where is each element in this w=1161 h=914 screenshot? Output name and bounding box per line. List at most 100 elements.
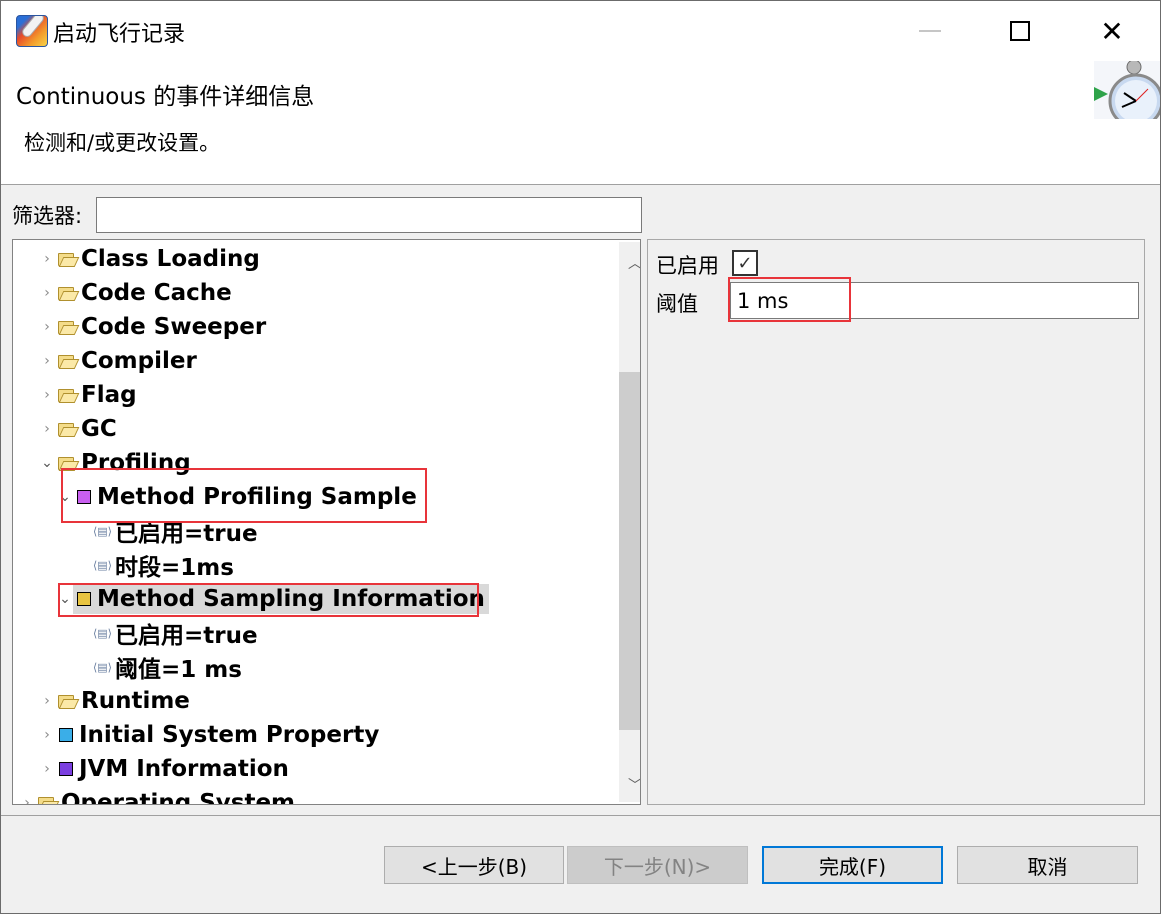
checkmark-icon: ✓ (737, 252, 753, 274)
flight-recorder-icon (16, 15, 48, 47)
chevron-down-icon: ﹀ (628, 778, 641, 794)
filter-label: 筛选器: (12, 204, 83, 228)
expand-chevron-down-icon[interactable]: ⌄ (57, 489, 73, 505)
tree-item-content: Code Cache (55, 278, 236, 308)
threshold-label: 阈值 (656, 292, 698, 316)
folder-icon (37, 796, 57, 804)
next-button[interactable]: 下一步(N)> (567, 846, 748, 884)
close-icon: ✕ (1100, 14, 1124, 48)
expand-chevron-right-icon[interactable]: › (39, 727, 55, 743)
maximize-icon (1010, 21, 1030, 41)
event-tree[interactable]: › Class Loading › Code Cache › Code Sweeper › C… (12, 239, 641, 805)
tree-item-label: Flag (81, 382, 137, 408)
tree-item[interactable]: › Initial System Property (39, 718, 383, 752)
minimize-button[interactable] (907, 9, 953, 53)
tree-item-content: GC (55, 414, 121, 444)
tree-item-label: Method Sampling Information (97, 586, 485, 612)
tree-item-content: Runtime (55, 686, 194, 716)
tree-item-content: Profiling (55, 448, 195, 478)
title-bar: 启动飞行记录 ✕ (1, 1, 1160, 61)
tree-item[interactable]: › Code Sweeper (39, 310, 270, 344)
tree-item-label: Runtime (81, 688, 190, 714)
event-type-icon (59, 762, 73, 776)
tree-item-label: Method Profiling Sample (97, 484, 417, 510)
tree-item[interactable]: › Operating System (19, 786, 299, 804)
tree-item-content: ⟨▤⟩ 时段=1ms (93, 550, 238, 581)
tree-item-content: Code Sweeper (55, 312, 270, 342)
enabled-label: 已启用 (656, 254, 719, 278)
tree-item-content: Compiler (55, 346, 201, 376)
tree-item[interactable]: › Code Cache (39, 276, 236, 310)
chevron-up-icon: ︿ (628, 256, 641, 272)
finish-button[interactable]: 完成(F) (762, 846, 943, 884)
expand-chevron-down-icon[interactable]: ⌄ (39, 455, 55, 471)
tree-item-label: Initial System Property (79, 722, 380, 748)
tree-item-label: 时段=1ms (115, 555, 234, 581)
tree-item-label: 已启用=true (115, 623, 258, 649)
expand-chevron-right-icon[interactable]: › (39, 421, 55, 437)
folder-icon (57, 694, 77, 708)
tree-item-content: Class Loading (55, 244, 264, 274)
tree-item[interactable]: › JVM Information (39, 752, 293, 786)
event-type-icon (59, 728, 73, 742)
event-details-panel: 已启用 ✓ 阈值 (647, 239, 1145, 805)
expand-chevron-right-icon[interactable]: › (39, 761, 55, 777)
tree-item-content: ⟨▤⟩ 已启用=true (93, 516, 262, 547)
property-icon: ⟨▤⟩ (93, 558, 112, 572)
tree-item[interactable]: ⟨▤⟩ 时段=1ms (93, 548, 238, 582)
stopwatch-icon (1094, 61, 1160, 119)
expand-chevron-right-icon[interactable]: › (39, 387, 55, 403)
tree-item-label: Code Sweeper (81, 314, 267, 340)
tree-item-label: 已启用=true (115, 521, 258, 547)
tree-scrollbar[interactable]: ︿ ﹀ (619, 242, 641, 802)
tree-item-content: Flag (55, 380, 141, 410)
expand-chevron-right-icon[interactable]: › (39, 285, 55, 301)
expand-chevron-down-icon[interactable]: ⌄ (57, 591, 73, 607)
filter-input[interactable] (96, 197, 642, 233)
close-button[interactable]: ✕ (1089, 9, 1135, 53)
tree-item-label: GC (81, 416, 117, 442)
cancel-button[interactable]: 取消 (957, 846, 1138, 884)
tree-item[interactable]: ⟨▤⟩ 已启用=true (93, 616, 262, 650)
folder-icon (57, 354, 77, 368)
tree-item-content: ⟨▤⟩ 阈值=1 ms (93, 652, 246, 683)
scroll-up-button[interactable]: ︿ (619, 246, 641, 280)
tree-item[interactable]: ⌄ Method Profiling Sample (57, 480, 421, 514)
wizard-header: Continuous 的事件详细信息 检测和/或更改设置。 (1, 61, 1160, 185)
tree-item[interactable]: › Flag (39, 378, 141, 412)
enabled-checkbox[interactable]: ✓ (732, 250, 758, 276)
expand-chevron-right-icon[interactable]: › (39, 353, 55, 369)
tree-item[interactable]: › Class Loading (39, 242, 264, 276)
bottom-separator (1, 815, 1160, 816)
property-icon: ⟨▤⟩ (93, 524, 112, 538)
dialog-window: 启动飞行记录 ✕ Continuous 的事件详细信息 检测和/或更改设置。 筛… (0, 0, 1161, 914)
expand-chevron-right-icon[interactable]: › (39, 693, 55, 709)
scroll-down-button[interactable]: ﹀ (619, 768, 641, 802)
expand-chevron-right-icon[interactable]: › (19, 795, 35, 804)
expand-chevron-right-icon[interactable]: › (39, 251, 55, 267)
folder-icon (57, 422, 77, 436)
scroll-thumb[interactable] (619, 371, 640, 730)
tree-item[interactable]: ⟨▤⟩ 阈值=1 ms (93, 650, 246, 684)
maximize-button[interactable] (997, 9, 1043, 53)
tree-item-content: Method Profiling Sample (73, 482, 421, 512)
folder-icon (57, 252, 77, 266)
window-title: 启动飞行记录 (53, 22, 186, 47)
tree-item[interactable]: › GC (39, 412, 121, 446)
tree-item-content: Method Sampling Information (73, 584, 489, 614)
tree-item-content: ⟨▤⟩ 已启用=true (93, 618, 262, 649)
tree-item-label: 阈值=1 ms (115, 657, 242, 683)
event-type-icon (77, 490, 91, 504)
expand-chevron-right-icon[interactable]: › (39, 319, 55, 335)
folder-icon (57, 320, 77, 334)
back-button[interactable]: <上一步(B) (384, 846, 564, 884)
page-title: Continuous 的事件详细信息 (16, 84, 315, 110)
tree-item[interactable]: ⌄ Method Sampling Information (57, 582, 489, 616)
tree-item[interactable]: ⟨▤⟩ 已启用=true (93, 514, 262, 548)
tree-item[interactable]: › Compiler (39, 344, 201, 378)
tree-item-label: Class Loading (81, 246, 260, 272)
threshold-input[interactable] (730, 282, 1139, 319)
tree-item[interactable]: › Runtime (39, 684, 194, 718)
tree-item[interactable]: ⌄ Profiling (39, 446, 195, 480)
folder-icon (57, 286, 77, 300)
